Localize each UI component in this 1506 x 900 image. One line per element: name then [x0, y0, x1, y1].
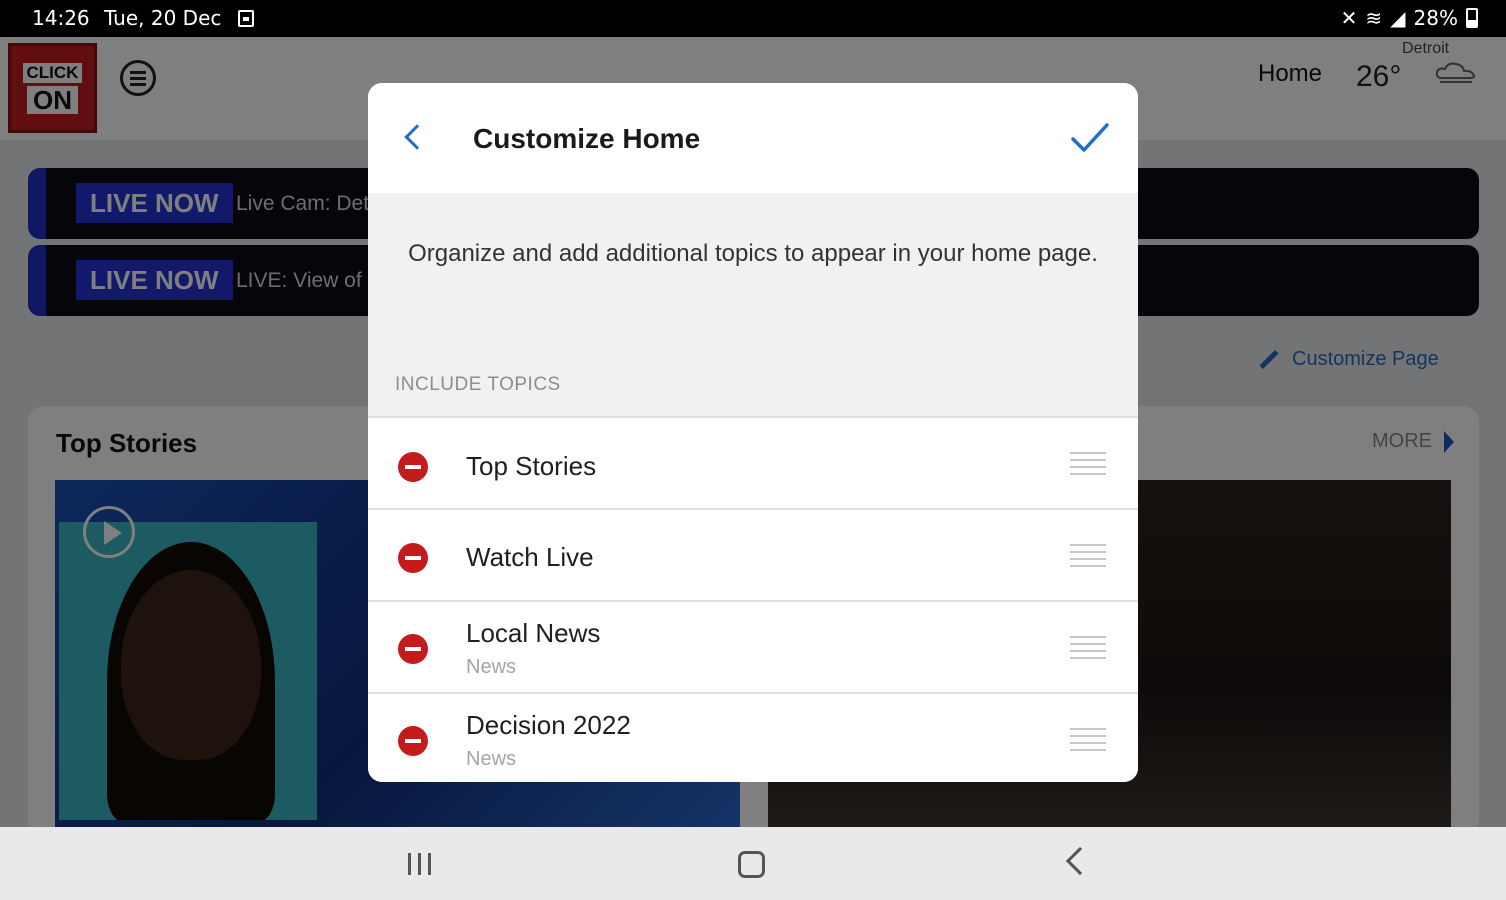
check-icon[interactable] [1071, 123, 1109, 153]
topic-label: Local News [466, 618, 601, 648]
customize-home-dialog: Customize Home Organize and add addition… [368, 83, 1138, 782]
back-icon[interactable] [404, 124, 430, 150]
topic-category: News [466, 656, 517, 678]
section-label: INCLUDE TOPICS [395, 374, 561, 395]
topic-label: Top Stories [466, 451, 597, 481]
dialog-title: Customize Home [473, 123, 701, 154]
status-icons: ✕ ≋ ◢ 28% [1341, 6, 1478, 30]
signal-icon: ◢ [1390, 6, 1406, 30]
remove-icon[interactable] [398, 452, 428, 482]
remove-icon[interactable] [398, 726, 428, 756]
remove-icon[interactable] [398, 634, 428, 664]
dialog-description: Organize and add additional topics to ap… [408, 240, 1098, 267]
topic-label: Decision 2022 [466, 710, 631, 740]
recent-apps-icon[interactable] [408, 853, 431, 875]
battery-icon [1466, 8, 1478, 28]
dialog-header: Customize Home [368, 83, 1138, 193]
calendar-icon [238, 10, 254, 27]
drag-handle-icon[interactable] [1070, 452, 1106, 480]
battery-percent: 28% [1413, 6, 1458, 30]
topic-row[interactable]: Watch Live [368, 508, 1138, 600]
drag-handle-icon[interactable] [1070, 728, 1106, 756]
topic-label: Watch Live [466, 542, 594, 572]
topic-row[interactable]: Decision 2022 News [368, 692, 1138, 782]
status-time: 14:26 [32, 6, 90, 30]
mute-icon: ✕ [1340, 6, 1358, 30]
status-date: Tue, 20 Dec [104, 6, 222, 30]
wifi-icon: ≋ [1365, 6, 1383, 30]
topic-row[interactable]: Top Stories [368, 416, 1138, 508]
topic-row[interactable]: Local News News [368, 600, 1138, 692]
remove-icon[interactable] [398, 543, 428, 573]
home-nav-icon[interactable] [738, 851, 765, 878]
drag-handle-icon[interactable] [1070, 544, 1106, 572]
drag-handle-icon[interactable] [1070, 636, 1106, 664]
topic-category: News [466, 748, 517, 770]
status-bar: 14:26 Tue, 20 Dec ✕ ≋ ◢ 28% [0, 0, 1506, 37]
